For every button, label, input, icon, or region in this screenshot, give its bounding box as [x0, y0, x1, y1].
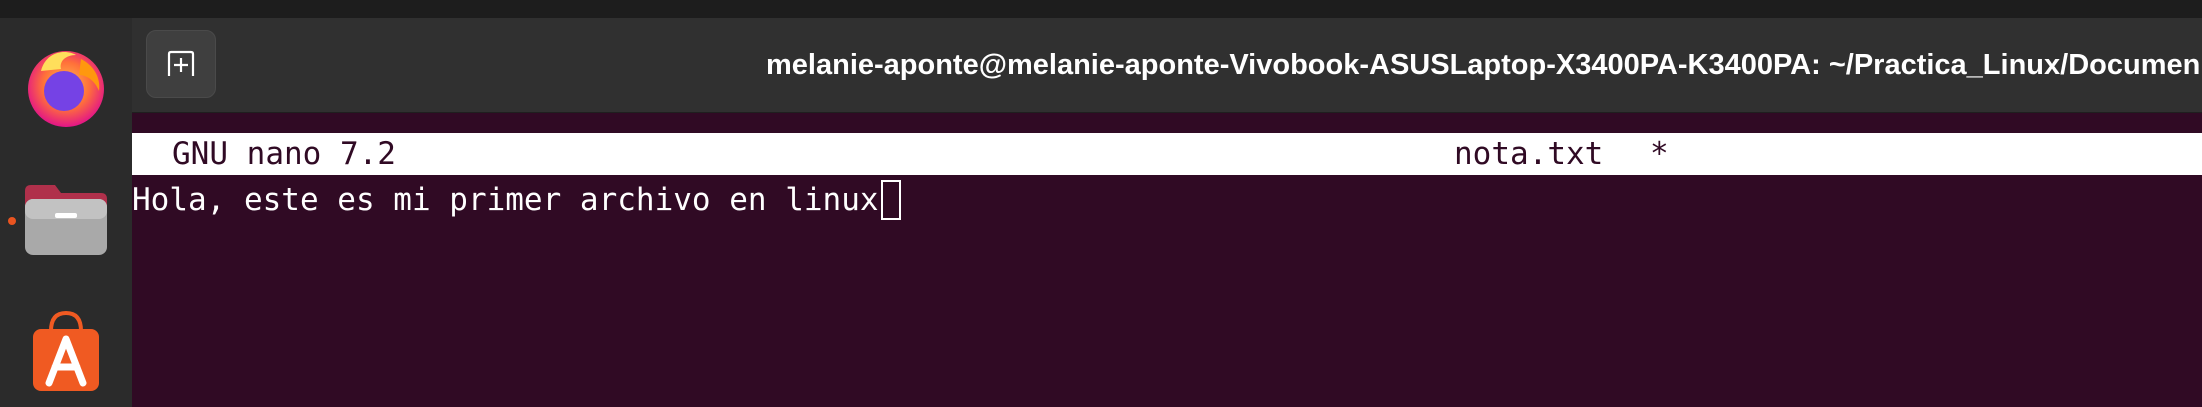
dock-item-files[interactable]: [18, 170, 114, 266]
nano-header-bar: GNU nano 7.2 nota.txt *: [132, 133, 2202, 175]
terminal-titlebar: melanie-aponte@melanie-aponte-Vivobook-A…: [132, 18, 2202, 113]
dock-item-firefox[interactable]: [18, 38, 114, 134]
text-cursor: [880, 180, 901, 220]
running-indicator: [8, 217, 16, 225]
new-tab-button[interactable]: [146, 30, 216, 98]
dock: [0, 18, 132, 407]
terminal-window[interactable]: melanie-aponte@melanie-aponte-Vivobook-A…: [132, 18, 2202, 407]
nano-editor-area[interactable]: Hola, este es mi primer archivo en linux: [132, 175, 2202, 407]
new-tab-icon: [167, 50, 195, 76]
nano-modified-marker: *: [1650, 136, 1669, 172]
app-center-icon: [33, 310, 99, 391]
window-title: melanie-aponte@melanie-aponte-Vivobook-A…: [766, 49, 2201, 81]
nano-version: GNU nano 7.2: [172, 136, 396, 172]
top-panel: [0, 0, 2202, 18]
editor-line-text: Hola, este es mi primer archivo en linux: [132, 182, 879, 218]
dock-item-app-center[interactable]: [18, 302, 114, 398]
files-folder-icon: [25, 185, 107, 255]
nano-filename: nota.txt: [1454, 136, 1604, 172]
firefox-icon: [28, 51, 104, 127]
editor-line[interactable]: Hola, este es mi primer archivo en linux: [132, 179, 901, 221]
